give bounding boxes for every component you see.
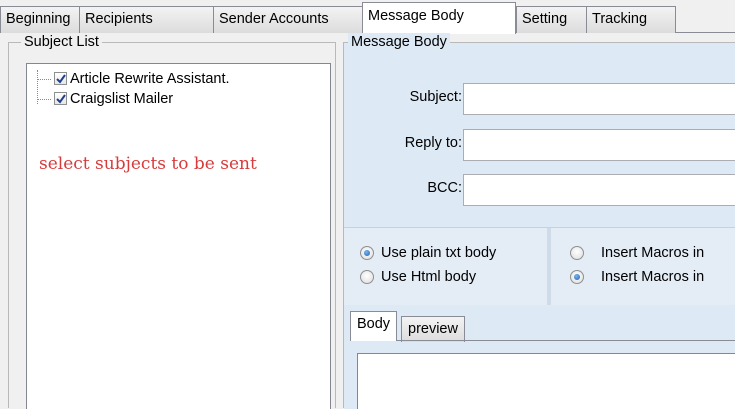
- tree-connector: [37, 79, 51, 80]
- body-textarea[interactable]: [357, 353, 735, 409]
- tab-tracking[interactable]: Tracking: [586, 6, 676, 33]
- subject-hint-text: select subjects to be sent: [39, 154, 257, 174]
- bcc-input[interactable]: [463, 174, 735, 206]
- main-tab-strip: Beginning Recipients Sender Accounts Mes…: [0, 0, 735, 34]
- radio-label: Insert Macros in: [601, 269, 705, 285]
- body-options-box: Use plain txt body Use Html body Insert …: [344, 227, 735, 306]
- tab-body[interactable]: Body: [350, 311, 398, 341]
- radio-button[interactable]: [570, 246, 584, 260]
- subject-input[interactable]: [463, 83, 735, 115]
- tree-connector: [37, 99, 51, 100]
- bcc-row: BCC:: [344, 174, 735, 208]
- tab-content-area: Subject List Article Rewrite Assistant.: [0, 33, 735, 409]
- body-editor-area: Body preview: [344, 305, 735, 409]
- tree-item-article-rewrite[interactable]: Article Rewrite Assistant.: [27, 70, 317, 90]
- reply-to-row: Reply to:: [344, 129, 735, 163]
- reply-to-input[interactable]: [463, 129, 735, 161]
- tree-item-label: Craigslist Mailer: [70, 91, 174, 107]
- tab-setting[interactable]: Setting: [516, 6, 587, 33]
- message-body-group: Message Body Subject: Reply to: BCC: Use…: [343, 33, 735, 409]
- tree-item-craigslist-mailer[interactable]: Craigslist Mailer: [27, 90, 317, 110]
- radio-button[interactable]: [360, 270, 374, 284]
- radio-label: Insert Macros in: [601, 245, 705, 261]
- radio-label: Use plain txt body: [381, 245, 497, 261]
- message-body-title: Message Body: [348, 33, 450, 51]
- subject-list-title: Subject List: [21, 33, 102, 51]
- checkbox-craigslist-mailer[interactable]: [54, 92, 67, 105]
- subject-list-group: Subject List Article Rewrite Assistant.: [8, 33, 336, 409]
- radio-button[interactable]: [360, 246, 374, 260]
- subject-tree[interactable]: Article Rewrite Assistant. Craigslist Ma…: [26, 63, 331, 409]
- options-separator: [547, 228, 551, 306]
- tab-preview[interactable]: preview: [401, 316, 465, 342]
- tab-sender-accounts[interactable]: Sender Accounts: [213, 6, 363, 33]
- checkmark-icon: [56, 74, 66, 84]
- subject-row: Subject:: [344, 83, 735, 117]
- tab-recipients[interactable]: Recipients: [79, 6, 214, 33]
- radio-label: Use Html body: [381, 269, 477, 285]
- checkbox-article-rewrite[interactable]: [54, 72, 67, 85]
- tab-message-body[interactable]: Message Body: [362, 2, 516, 34]
- tree-item-label: Article Rewrite Assistant.: [70, 71, 230, 87]
- reply-to-label: Reply to:: [404, 135, 462, 151]
- editor-tab-baseline: [350, 340, 735, 341]
- checkmark-icon: [56, 94, 66, 104]
- subject-label: Subject:: [409, 89, 462, 105]
- bcc-label: BCC:: [427, 180, 462, 196]
- tab-beginning[interactable]: Beginning: [0, 6, 80, 33]
- radio-button[interactable]: [570, 270, 584, 284]
